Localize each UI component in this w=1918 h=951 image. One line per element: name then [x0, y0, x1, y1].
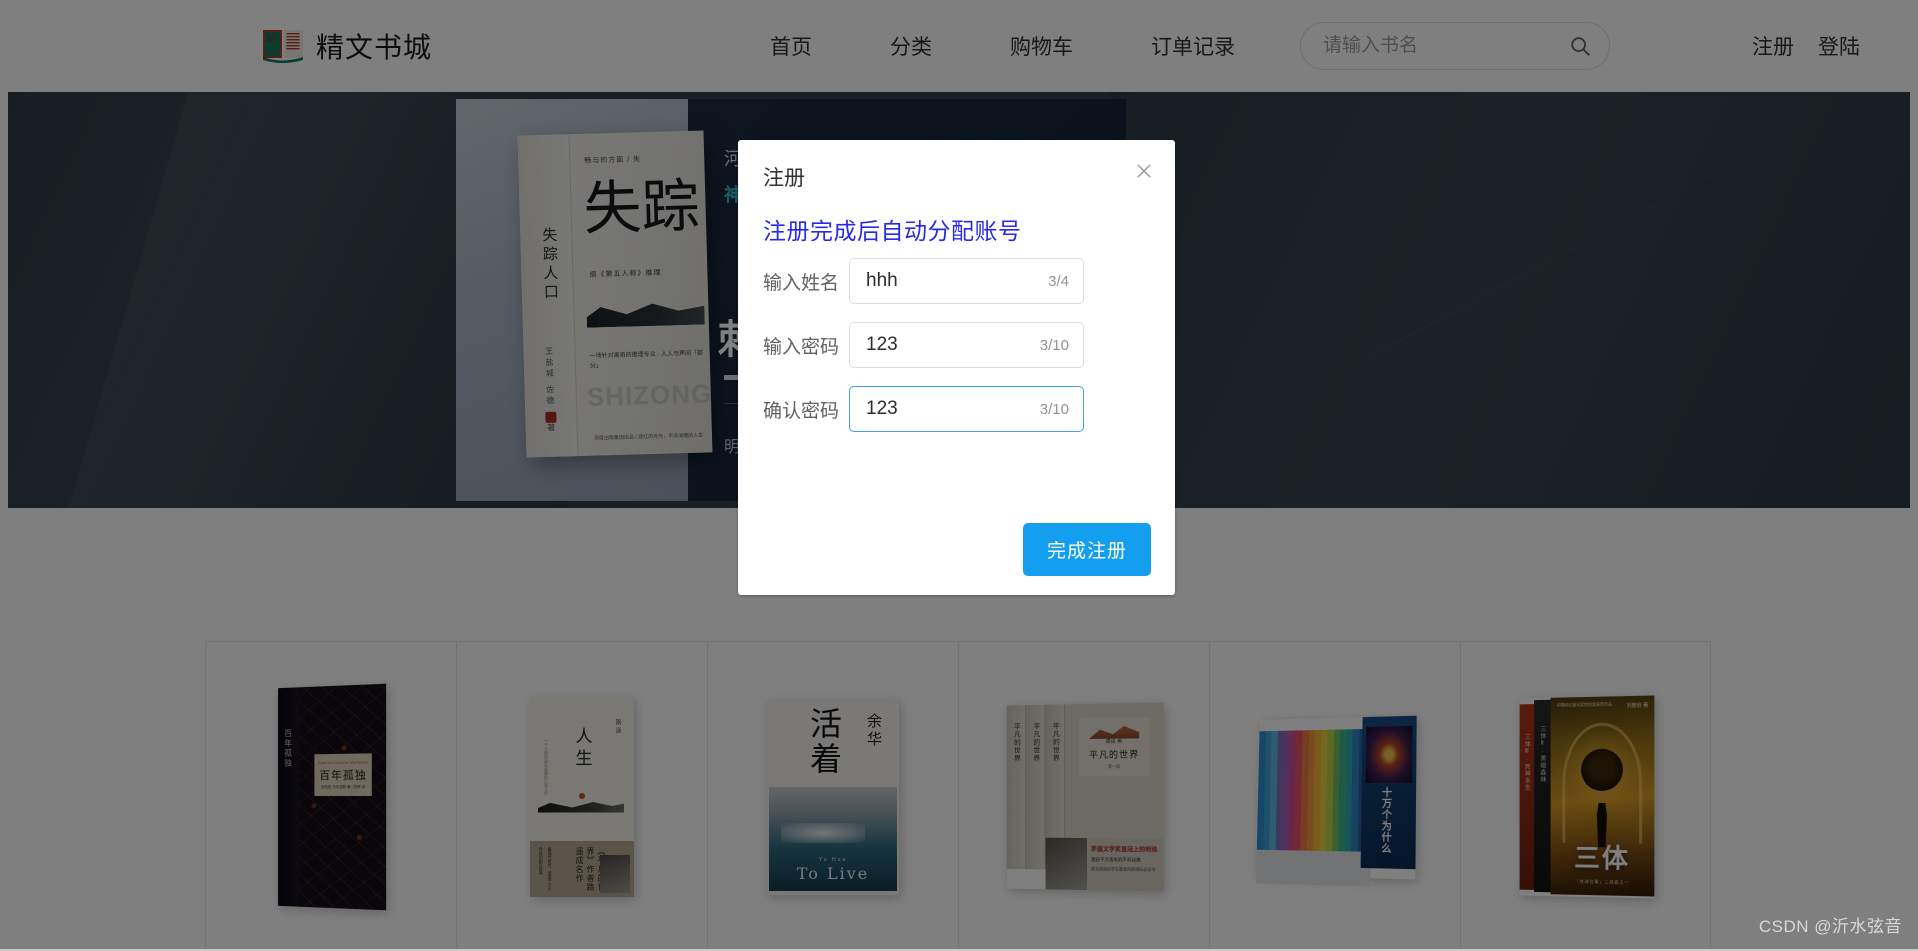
confirm-password-field[interactable]: 3/10 — [849, 386, 1084, 432]
close-icon[interactable] — [1131, 158, 1157, 184]
password-counter: 3/10 — [1039, 336, 1069, 354]
modal-note: 注册完成后自动分配账号 — [763, 218, 1022, 244]
form-row-name: 输入姓名 3/4 — [738, 258, 1175, 304]
register-modal: 注册 注册完成后自动分配账号 输入姓名 3/4 输入密码 3/10 确认密码 — [738, 140, 1175, 595]
password-input[interactable] — [866, 334, 1032, 356]
form-row-confirm-password: 确认密码 3/10 — [738, 386, 1175, 432]
password-field-label: 输入密码 — [763, 336, 840, 358]
modal-header: 注册 — [738, 140, 1175, 194]
form-row-password: 输入密码 3/10 — [738, 322, 1175, 368]
password-field[interactable]: 3/10 — [849, 322, 1084, 368]
confirm-password-field-label: 确认密码 — [763, 400, 840, 422]
watermark: CSDN @沂水弦音 — [1758, 917, 1902, 936]
name-field-label: 输入姓名 — [763, 272, 840, 294]
name-field[interactable]: 3/4 — [849, 258, 1084, 304]
submit-register-button[interactable]: 完成注册 — [1022, 522, 1151, 576]
confirm-password-counter: 3/10 — [1039, 400, 1069, 418]
name-counter: 3/4 — [1048, 272, 1069, 290]
name-input[interactable] — [866, 270, 1041, 292]
modal-footer: 完成注册 — [738, 503, 1175, 595]
confirm-password-input[interactable] — [866, 398, 1032, 420]
modal-title: 注册 — [763, 167, 805, 190]
register-form: 输入姓名 3/4 输入密码 3/10 确认密码 3/10 — [738, 258, 1175, 450]
